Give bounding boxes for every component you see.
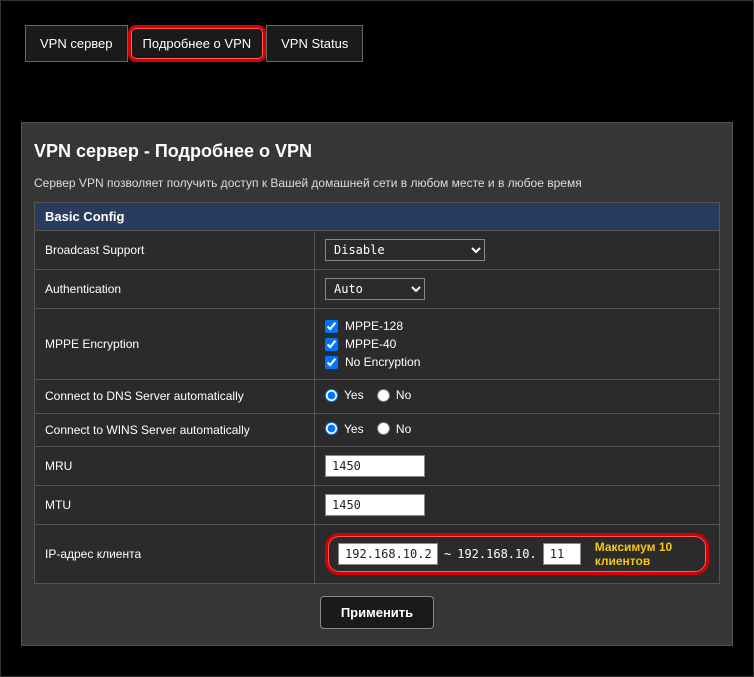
ip-label: IP-адрес клиента xyxy=(35,525,315,584)
tab-bar: VPN сервер Подробнее о VPN VPN Status xyxy=(25,25,739,62)
row-dns: Connect to DNS Server automatically Yes … xyxy=(35,380,720,414)
row-ip-client: IP-адрес клиента ~ 192.168.10. Максимум … xyxy=(35,525,720,584)
section-header: Basic Config xyxy=(35,203,720,231)
row-broadcast: Broadcast Support Disable xyxy=(35,231,720,270)
row-mru: MRU xyxy=(35,447,720,486)
row-mppe: MPPE Encryption MPPE-128 MPPE-40 No Encr… xyxy=(35,309,720,380)
ip-end-input[interactable] xyxy=(543,543,581,565)
apply-button[interactable]: Применить xyxy=(320,596,434,629)
mtu-input[interactable] xyxy=(325,494,425,516)
wins-yes-text: Yes xyxy=(344,422,364,436)
row-auth: Authentication Auto xyxy=(35,270,720,309)
tab-vpn-details[interactable]: Подробнее о VPN xyxy=(128,25,267,62)
dns-label: Connect to DNS Server automatically xyxy=(35,380,315,414)
mppe40-text: MPPE-40 xyxy=(345,337,396,351)
noenc-checkbox[interactable] xyxy=(325,356,338,369)
tab-vpn-server[interactable]: VPN сервер xyxy=(25,25,128,62)
ip-range-highlight: ~ 192.168.10. Максимум 10 клиентов xyxy=(325,533,709,575)
mru-input[interactable] xyxy=(325,455,425,477)
mru-label: MRU xyxy=(35,447,315,486)
config-table: Basic Config Broadcast Support Disable A… xyxy=(34,202,720,584)
row-wins: Connect to WINS Server automatically Yes… xyxy=(35,413,720,447)
page-title: VPN сервер - Подробнее о VPN xyxy=(34,141,720,162)
dns-yes-text: Yes xyxy=(344,388,364,402)
dns-no-text: No xyxy=(396,388,411,402)
ip-prefix: 192.168.10. xyxy=(457,547,536,561)
wins-no-text: No xyxy=(396,422,411,436)
max-clients-text: Максимум 10 клиентов xyxy=(595,540,696,568)
tab-vpn-status[interactable]: VPN Status xyxy=(266,25,363,62)
mppe-label: MPPE Encryption xyxy=(35,309,315,380)
page-description: Сервер VPN позволяет получить доступ к В… xyxy=(34,176,720,190)
dns-no-radio[interactable] xyxy=(377,389,390,402)
wins-no-radio[interactable] xyxy=(377,422,390,435)
auth-select[interactable]: Auto xyxy=(325,278,425,300)
wins-yes-radio[interactable] xyxy=(325,422,338,435)
ip-sep: ~ xyxy=(444,547,451,561)
ip-start-input[interactable] xyxy=(338,543,438,565)
wins-label: Connect to WINS Server automatically xyxy=(35,413,315,447)
row-mtu: MTU xyxy=(35,486,720,525)
mppe128-text: MPPE-128 xyxy=(345,319,403,333)
mtu-label: MTU xyxy=(35,486,315,525)
broadcast-label: Broadcast Support xyxy=(35,231,315,270)
auth-label: Authentication xyxy=(35,270,315,309)
noenc-text: No Encryption xyxy=(345,355,420,369)
broadcast-select[interactable]: Disable xyxy=(325,239,485,261)
dns-yes-radio[interactable] xyxy=(325,389,338,402)
mppe128-checkbox[interactable] xyxy=(325,320,338,333)
settings-panel: VPN сервер - Подробнее о VPN Сервер VPN … xyxy=(21,122,733,646)
mppe40-checkbox[interactable] xyxy=(325,338,338,351)
